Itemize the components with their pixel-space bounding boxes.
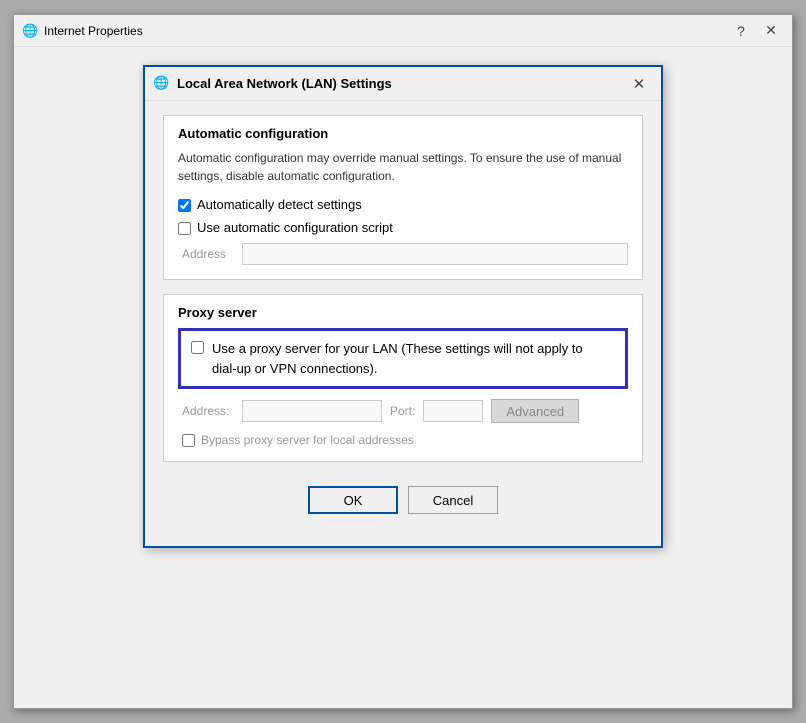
inner-window-icon: 🌐 (153, 75, 171, 93)
proxy-server-label: Use a proxy server for your LAN (These s… (212, 339, 583, 378)
cancel-button[interactable]: Cancel (408, 486, 498, 514)
outer-window-icon: 🌐 (22, 23, 38, 39)
outer-close-button[interactable]: ✕ (758, 19, 784, 43)
bypass-checkbox[interactable] (182, 434, 195, 447)
auto-config-address-label: Address (182, 247, 234, 261)
advanced-button[interactable]: Advanced (491, 399, 579, 423)
auto-config-description: Automatic configuration may override man… (178, 149, 628, 185)
proxy-highlighted-row: Use a proxy server for your LAN (These s… (178, 328, 628, 389)
auto-config-title: Automatic configuration (178, 126, 628, 141)
bypass-label: Bypass proxy server for local addresses (201, 433, 414, 447)
auto-script-checkbox[interactable] (178, 222, 191, 235)
proxy-port-label: Port: (390, 404, 415, 418)
proxy-server-checkbox[interactable] (191, 341, 204, 354)
dialog-footer: OK Cancel (163, 476, 643, 530)
ok-button[interactable]: OK (308, 486, 398, 514)
outer-window: 🌐 Internet Properties ? ✕ 🌐 Local Area N… (13, 14, 793, 709)
outer-titlebar: 🌐 Internet Properties ? ✕ (14, 15, 792, 47)
auto-script-label: Use automatic configuration script (197, 220, 393, 235)
auto-config-section: Automatic configuration Automatic config… (163, 115, 643, 280)
detect-settings-row: Automatically detect settings (178, 197, 628, 212)
outer-titlebar-buttons: ? ✕ (728, 19, 784, 43)
proxy-address-label: Address: (182, 404, 234, 418)
bypass-row: Bypass proxy server for local addresses (178, 433, 628, 447)
outer-window-title: Internet Properties (44, 24, 728, 38)
proxy-port-input[interactable] (423, 400, 483, 422)
detect-settings-checkbox[interactable] (178, 199, 191, 212)
proxy-server-section: Proxy server Use a proxy server for your… (163, 294, 643, 462)
outer-help-button[interactable]: ? (728, 19, 754, 43)
auto-config-address-input[interactable] (242, 243, 628, 265)
dialog-body: Automatic configuration Automatic config… (145, 101, 661, 546)
auto-script-row: Use automatic configuration script (178, 220, 628, 235)
lan-settings-dialog: 🌐 Local Area Network (LAN) Settings ✕ Au… (143, 65, 663, 548)
auto-config-address-row: Address (178, 243, 628, 265)
proxy-server-title: Proxy server (178, 305, 628, 320)
inner-dialog-title: Local Area Network (LAN) Settings (177, 76, 625, 91)
inner-titlebar: 🌐 Local Area Network (LAN) Settings ✕ (145, 67, 661, 101)
inner-close-button[interactable]: ✕ (625, 72, 653, 96)
detect-settings-label: Automatically detect settings (197, 197, 362, 212)
proxy-fields-row: Address: Port: Advanced (178, 399, 628, 423)
proxy-address-input[interactable] (242, 400, 382, 422)
